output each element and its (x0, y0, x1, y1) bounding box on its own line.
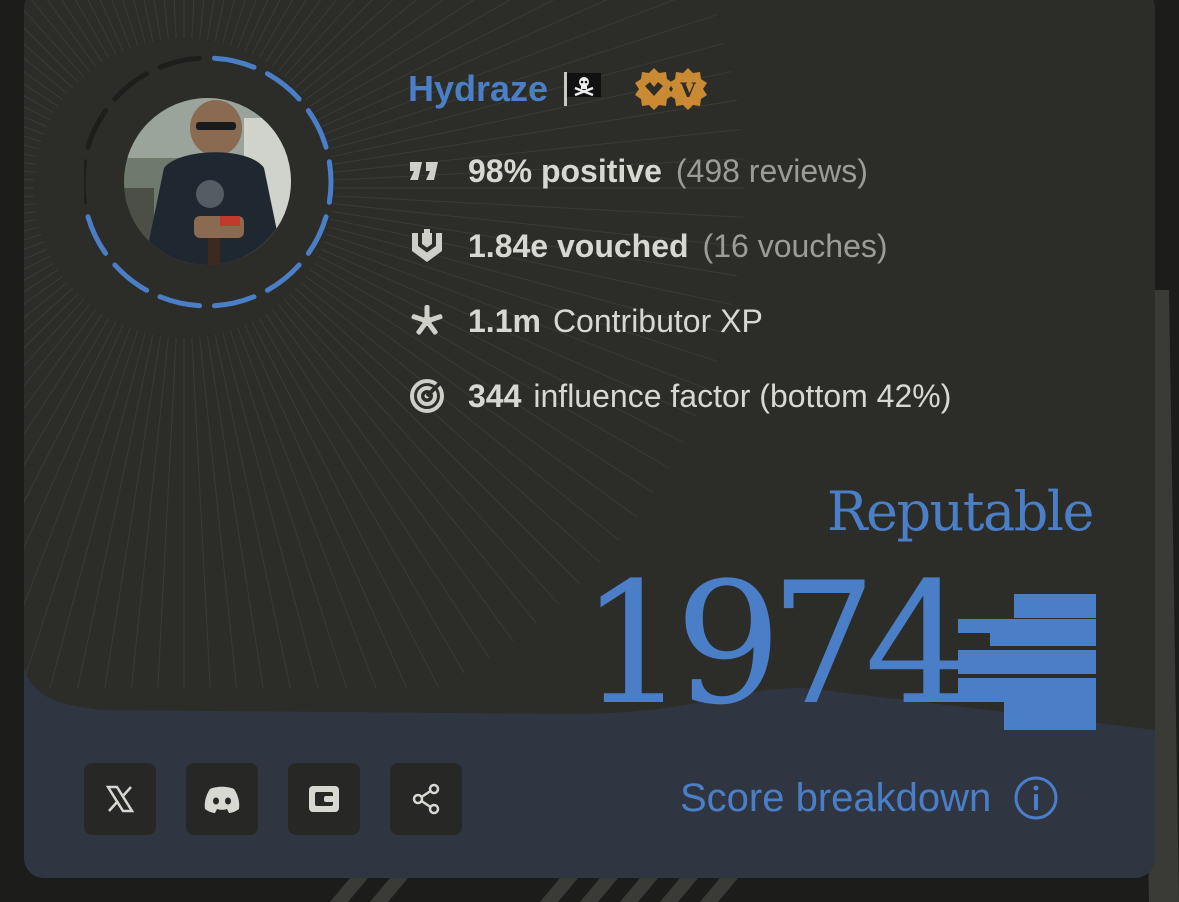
ring-segment (85, 214, 109, 256)
ring-segment (84, 159, 88, 205)
discord-link-button[interactable] (186, 763, 258, 835)
xp-value: 1.1m (468, 302, 541, 339)
x-icon (105, 785, 135, 813)
ring-segment (112, 262, 150, 293)
pirate-flag-icon (564, 72, 602, 106)
shield-vouch-icon (412, 229, 442, 262)
ring-segment (211, 55, 257, 70)
vouches-stat: 1.84e vouched (16 vouches) (408, 223, 888, 269)
ring-segment (157, 55, 203, 70)
xp-label: Contributor XP (552, 302, 763, 339)
sparkle-star-icon (411, 305, 443, 335)
reviews-stat: 98% positive (498 reviews) (408, 148, 868, 194)
influence-value: 344 (468, 377, 522, 414)
info-icon[interactable] (1013, 775, 1059, 821)
share-button[interactable] (390, 763, 462, 835)
radar-target-icon (410, 379, 444, 413)
score-level-label: Reputable (826, 480, 1095, 543)
ring-segment (305, 108, 329, 150)
user-photo-avatar (124, 98, 291, 265)
profile-card: Hydraze V 98% positive (498 reviews) 1.8… (24, 0, 1155, 878)
background-stripes (330, 878, 738, 902)
ring-segment (211, 294, 257, 309)
ring-segment (157, 294, 203, 309)
ring-segment (85, 108, 109, 150)
reviews-value: 98% positive (468, 152, 662, 189)
svg-text:V: V (679, 78, 696, 102)
score-breakdown-link[interactable]: Score breakdown (680, 770, 1059, 826)
influence-label: influence factor (bottom 42%) (533, 377, 952, 414)
reviews-count: (498 reviews) (675, 152, 868, 189)
profile-header: Hydraze V (408, 64, 712, 114)
ring-segment (305, 214, 329, 256)
xp-stat: 1.1m Contributor XP (408, 298, 763, 344)
avatar (124, 98, 291, 265)
score-breakdown-label: Score breakdown (680, 775, 992, 820)
score-value: 1974 (580, 546, 972, 742)
x-link-button[interactable] (84, 763, 156, 835)
score-level-mark-icon (958, 594, 1096, 730)
ring-segment (264, 71, 302, 102)
ring-segment (264, 262, 302, 293)
verified-badges-icon[interactable]: V (632, 66, 712, 112)
wallet-icon (309, 786, 339, 812)
wallet-link-button[interactable] (288, 763, 360, 835)
ring-segment (326, 159, 334, 205)
discord-icon (204, 786, 240, 813)
profile-name[interactable]: Hydraze (408, 68, 548, 110)
vouched-value: 1.84e vouched (468, 227, 689, 264)
quote-icon (410, 162, 438, 180)
ring-segment (112, 71, 150, 102)
vouches-count: (16 vouches) (702, 227, 888, 264)
share-icon (412, 783, 440, 815)
influence-stat: 344 influence factor (bottom 42%) (408, 373, 951, 419)
